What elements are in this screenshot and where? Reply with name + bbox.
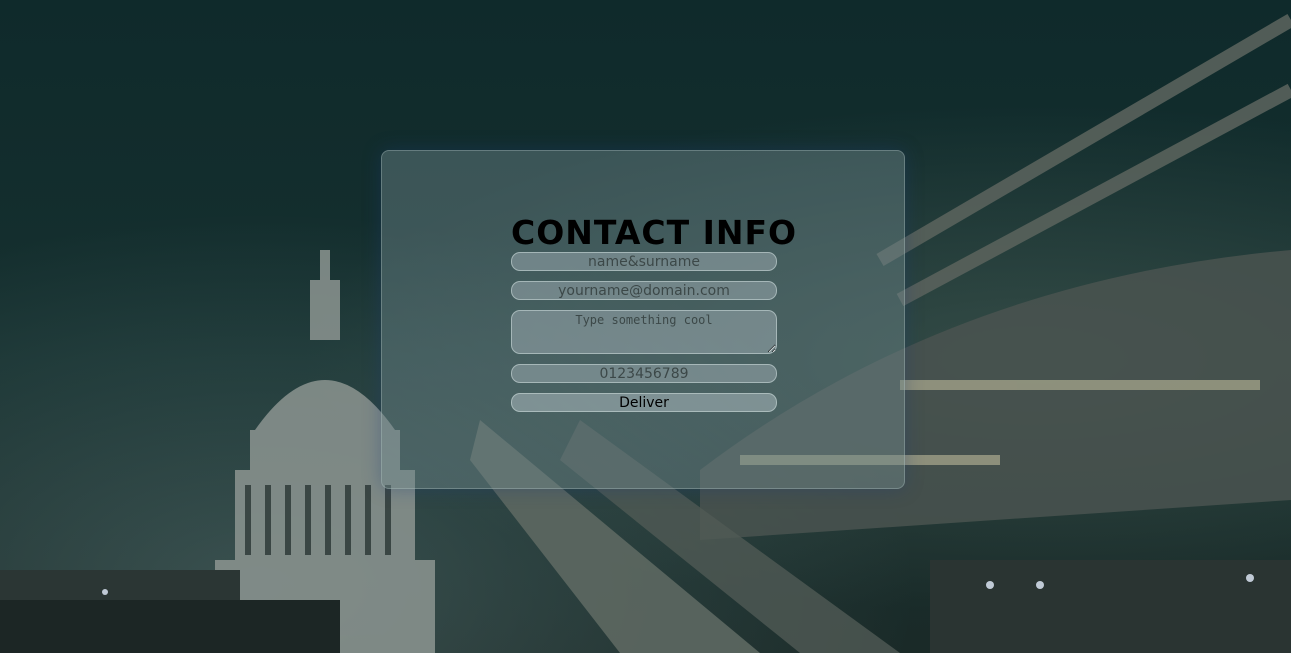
deliver-button[interactable]: Deliver (511, 393, 777, 412)
message-textarea[interactable] (511, 310, 777, 354)
name-input[interactable] (511, 252, 777, 271)
contact-form: CONTACT INFO Deliver (511, 213, 798, 412)
form-title: CONTACT INFO (511, 213, 798, 252)
phone-input[interactable] (511, 364, 777, 383)
title-container: CONTACT INFO (511, 213, 798, 252)
email-input[interactable] (511, 281, 777, 300)
contact-form-panel: CONTACT INFO Deliver (381, 150, 905, 489)
